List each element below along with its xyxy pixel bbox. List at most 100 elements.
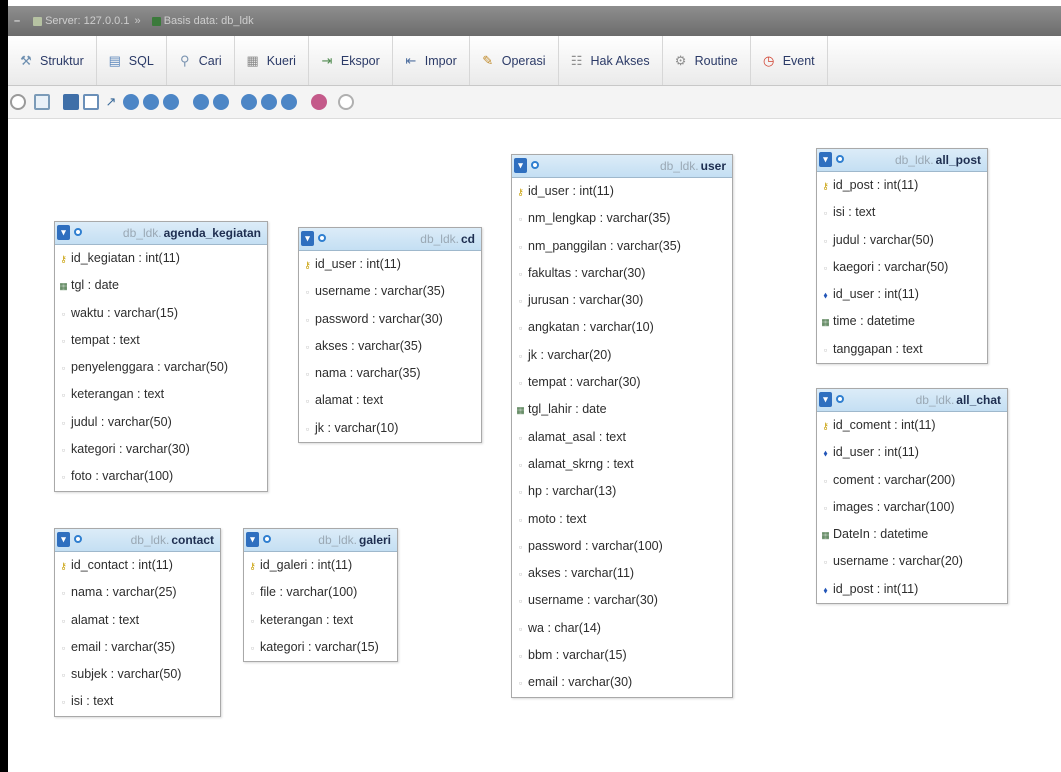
table-header[interactable]: ▾ db_ldk. agenda_kegiatan	[55, 222, 267, 245]
table-column[interactable]: ▫ kaegori : varchar(50)	[817, 254, 987, 281]
table-column[interactable]: ▫ waktu : varchar(15)	[55, 300, 267, 327]
table-column[interactable]: ▦ tgl : date	[55, 272, 267, 299]
table-header[interactable]: ▾ db_ldk. all_chat	[817, 389, 1007, 412]
toggle-columns-icon[interactable]: ▾	[514, 158, 527, 173]
toggle-columns-icon[interactable]: ▾	[57, 532, 70, 547]
table-column[interactable]: ▫ alamat : text	[299, 387, 481, 414]
create-relation-icon[interactable]	[143, 94, 159, 110]
table-column[interactable]: ▫ nama : varchar(35)	[299, 360, 481, 387]
help-icon[interactable]	[213, 94, 229, 110]
breadcrumb-database[interactable]: Basis data: db_ldk	[164, 15, 254, 27]
tab-struktur[interactable]: ⚒ Struktur	[8, 36, 97, 85]
table-column[interactable]: ▫ subjek : varchar(50)	[55, 661, 220, 688]
table-column[interactable]: ▫ username : varchar(35)	[299, 278, 481, 305]
table-title[interactable]: db_ldk. galeri	[318, 529, 391, 551]
table-title[interactable]: db_ldk. cd	[420, 228, 475, 250]
choose-column-icon[interactable]	[163, 94, 179, 110]
table-title[interactable]: db_ldk. user	[660, 155, 726, 177]
show-table-icon[interactable]	[836, 395, 844, 403]
table-column[interactable]: ▫ images : varchar(100)	[817, 494, 1007, 521]
table-column[interactable]: ▫ password : varchar(100)	[512, 533, 732, 560]
table-all-post[interactable]: ▾ db_ldk. all_post ⚷ id_post : int(11) ▫ isi :…	[816, 148, 988, 365]
move-menu-icon[interactable]	[338, 94, 354, 110]
table-cd[interactable]: ▾ db_ldk. cd ⚷ id_user : int(11) ▫ username : …	[298, 227, 482, 444]
table-column[interactable]: ▫ isi : text	[55, 688, 220, 715]
table-column[interactable]: ⚷ id_user : int(11)	[512, 178, 732, 205]
table-column[interactable]: ▫ wa : char(14)	[512, 615, 732, 642]
table-column[interactable]: ▫ username : varchar(30)	[512, 587, 732, 614]
table-column[interactable]: ▦ DateIn : datetime	[817, 521, 1007, 548]
table-column[interactable]: ▫ moto : text	[512, 506, 732, 533]
show-table-icon[interactable]	[318, 234, 326, 242]
table-column[interactable]: ▫ file : varchar(100)	[244, 579, 397, 606]
table-header[interactable]: ▾ db_ldk. all_post	[817, 149, 987, 172]
table-column[interactable]: ⚷ id_kegiatan : int(11)	[55, 245, 267, 272]
table-column[interactable]: ▫ keterangan : text	[55, 381, 267, 408]
table-header[interactable]: ▾ db_ldk. cd	[299, 228, 481, 251]
table-column[interactable]: ▫ alamat : text	[55, 607, 220, 634]
table-column[interactable]: ▫ fakultas : varchar(30)	[512, 260, 732, 287]
table-column[interactable]: ▫ penyelenggara : varchar(50)	[55, 354, 267, 381]
tab-impor[interactable]: ⇤ Impor	[393, 36, 470, 85]
table-column[interactable]: ▫ email : varchar(35)	[55, 634, 220, 661]
table-column[interactable]: ⚷ id_contact : int(11)	[55, 552, 220, 579]
table-title[interactable]: db_ldk. contact	[131, 529, 214, 551]
table-column[interactable]: ▫ nm_panggilan : varchar(35)	[512, 233, 732, 260]
table-column[interactable]: ▫ username : varchar(20)	[817, 548, 1007, 575]
table-column[interactable]: ▫ kategori : varchar(15)	[244, 634, 397, 661]
angular-links-icon[interactable]	[241, 94, 257, 110]
tab-hak-akses[interactable]: ☷ Hak Akses	[559, 36, 663, 85]
relation-icon[interactable]: ↗	[103, 94, 119, 110]
table-column[interactable]: ⚷ id_user : int(11)	[299, 251, 481, 278]
table-column[interactable]: ▫ kategori : varchar(30)	[55, 436, 267, 463]
table-column[interactable]: ⬧ id_post : int(11)	[817, 576, 1007, 603]
table-user[interactable]: ▾ db_ldk. user ⚷ id_user : int(11) ▫ nm_lengka…	[511, 154, 733, 698]
table-column[interactable]: ▫ jk : varchar(10)	[299, 415, 481, 442]
table-column[interactable]: ▫ akses : varchar(11)	[512, 560, 732, 587]
toggle-columns-icon[interactable]: ▾	[819, 392, 832, 407]
table-column[interactable]: ⚷ id_galeri : int(11)	[244, 552, 397, 579]
table-column[interactable]: ▫ coment : varchar(200)	[817, 467, 1007, 494]
table-agenda-kegiatan[interactable]: ▾ db_ldk. agenda_kegiatan ⚷ id_kegiatan : in…	[54, 221, 268, 492]
small-big-icon[interactable]	[281, 94, 297, 110]
show-table-icon[interactable]	[531, 161, 539, 169]
table-column[interactable]: ▫ nm_lengkap : varchar(35)	[512, 205, 732, 232]
export-schema-icon[interactable]	[311, 94, 327, 110]
table-column[interactable]: ▫ alamat_skrng : text	[512, 451, 732, 478]
tab-routine[interactable]: ⚙ Routine	[663, 36, 751, 85]
snap-grid-icon[interactable]	[261, 94, 277, 110]
table-all-chat[interactable]: ▾ db_ldk. all_chat ⚷ id_coment : int(11) ⬧ id_…	[816, 388, 1008, 605]
show-table-icon[interactable]	[74, 228, 82, 236]
reload-icon[interactable]	[193, 94, 209, 110]
breadcrumb-server[interactable]: Server: 127.0.0.1	[45, 15, 129, 27]
toggle-columns-icon[interactable]: ▾	[57, 225, 70, 240]
table-column[interactable]: ▦ tgl_lahir : date	[512, 396, 732, 423]
table-header[interactable]: ▾ db_ldk. galeri	[244, 529, 397, 552]
toggle-columns-icon[interactable]: ▾	[819, 152, 832, 167]
table-column[interactable]: ▦ time : datetime	[817, 308, 987, 335]
table-header[interactable]: ▾ db_ldk. contact	[55, 529, 220, 552]
table-contact[interactable]: ▾ db_ldk. contact ⚷ id_contact : int(11) ▫ nam…	[54, 528, 221, 717]
tab-kueri[interactable]: ▦ Kueri	[235, 36, 309, 85]
table-column[interactable]: ▫ jk : varchar(20)	[512, 342, 732, 369]
show-table-icon[interactable]	[836, 155, 844, 163]
table-column[interactable]: ▫ keterangan : text	[244, 607, 397, 634]
toggle-menu-icon[interactable]	[10, 94, 26, 110]
show-table-icon[interactable]	[74, 535, 82, 543]
show-table-icon[interactable]	[263, 535, 271, 543]
tab-ekspor[interactable]: ⇥ Ekspor	[309, 36, 393, 85]
collapse-button[interactable]: –	[10, 6, 24, 36]
table-column[interactable]: ▫ bbm : varchar(15)	[512, 642, 732, 669]
table-column[interactable]: ▫ jurusan : varchar(30)	[512, 287, 732, 314]
table-header[interactable]: ▾ db_ldk. user	[512, 155, 732, 178]
table-column[interactable]: ▫ password : varchar(30)	[299, 306, 481, 333]
table-column[interactable]: ▫ hp : varchar(13)	[512, 478, 732, 505]
table-galeri[interactable]: ▾ db_ldk. galeri ⚷ id_galeri : int(11) ▫ file …	[243, 528, 398, 663]
table-column[interactable]: ⚷ id_post : int(11)	[817, 172, 987, 199]
tab-sql[interactable]: ▤ SQL	[97, 36, 167, 85]
tab-event[interactable]: ◷ Event	[751, 36, 828, 85]
table-column[interactable]: ▫ tanggapan : text	[817, 336, 987, 363]
table-column[interactable]: ▫ foto : varchar(100)	[55, 463, 267, 490]
toggle-columns-icon[interactable]: ▾	[246, 532, 259, 547]
table-column[interactable]: ▫ judul : varchar(50)	[817, 227, 987, 254]
